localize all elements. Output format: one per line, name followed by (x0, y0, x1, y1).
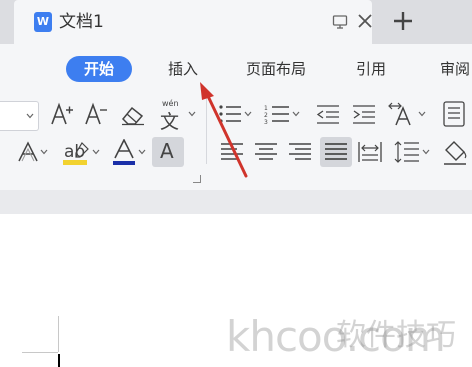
phonetic-guide-button[interactable]: wén 文 (160, 99, 186, 133)
text-effect-icon[interactable] (16, 140, 40, 164)
menu-references[interactable]: 引用 (356, 56, 386, 82)
character-shading-glyph: A (160, 139, 174, 163)
text-cursor (58, 354, 60, 367)
shading-fill-bucket-icon[interactable] (442, 138, 468, 166)
chevron-down-icon[interactable] (244, 111, 252, 117)
justify-icon (325, 143, 347, 160)
document-tab[interactable]: W 文档1 (14, 0, 372, 44)
new-tab-plus-icon[interactable] (392, 10, 414, 32)
document-tab-title: 文档1 (59, 12, 104, 32)
increase-font-size-icon[interactable] (50, 102, 74, 126)
decrease-font-size-icon[interactable] (84, 102, 108, 126)
menu-insert[interactable]: 插入 (168, 56, 198, 82)
document-gap (0, 190, 472, 214)
margin-corner-mark (22, 352, 58, 353)
align-right-icon[interactable] (288, 142, 312, 162)
phonetic-char: 文 (160, 111, 180, 133)
character-shading-button[interactable]: A (152, 137, 184, 167)
line-spacing-icon[interactable] (394, 140, 420, 164)
bullet-list-icon[interactable] (218, 104, 242, 124)
monitor-icon[interactable] (332, 14, 348, 30)
numbered-list-icon[interactable]: 1 2 3 (264, 104, 290, 124)
menu-home[interactable]: 开始 (66, 56, 133, 82)
close-tab-icon[interactable] (356, 12, 374, 30)
clear-formatting-eraser-icon[interactable] (120, 104, 146, 126)
chevron-down-icon[interactable] (292, 111, 300, 117)
font-dialog-launcher[interactable] (193, 175, 201, 183)
distributed-align-icon[interactable] (358, 140, 382, 164)
chevron-down-icon[interactable] (92, 149, 100, 155)
tab-bar: W 文档1 (0, 0, 472, 44)
ribbon-menu: 开始 插入 页面布局 引用 审阅 (0, 56, 472, 82)
menu-review[interactable]: 审阅 (440, 56, 470, 82)
font-size-box[interactable] (0, 101, 39, 131)
watermark-chinese: 软件技巧 (336, 318, 456, 353)
font-color-button[interactable] (112, 139, 136, 167)
chevron-down-icon[interactable] (138, 149, 146, 155)
table-layout-icon[interactable] (442, 100, 466, 128)
margin-corner-mark (58, 316, 59, 352)
highlighter-icon: ab (63, 142, 89, 165)
font-color-icon (113, 139, 135, 165)
chevron-down-icon[interactable] (418, 111, 426, 117)
chevron-down-icon (26, 113, 34, 119)
chevron-down-icon[interactable] (188, 111, 196, 117)
wps-document-icon: W (34, 12, 52, 32)
svg-text:3: 3 (264, 119, 268, 124)
ribbon-separator (206, 98, 207, 164)
menu-page-layout[interactable]: 页面布局 (246, 56, 306, 82)
text-direction-icon[interactable] (388, 102, 416, 126)
increase-indent-icon[interactable] (352, 104, 376, 124)
align-center-icon[interactable] (254, 142, 278, 162)
align-left-icon[interactable] (220, 142, 244, 162)
highlight-color-button[interactable]: ab (62, 139, 90, 167)
chevron-down-icon[interactable] (422, 149, 430, 155)
chevron-down-icon[interactable] (40, 149, 48, 155)
decrease-indent-icon[interactable] (316, 104, 340, 124)
svg-text:ab: ab (64, 142, 85, 162)
svg-text:2: 2 (264, 112, 268, 119)
svg-text:1: 1 (264, 105, 268, 112)
justify-button[interactable] (320, 137, 352, 167)
